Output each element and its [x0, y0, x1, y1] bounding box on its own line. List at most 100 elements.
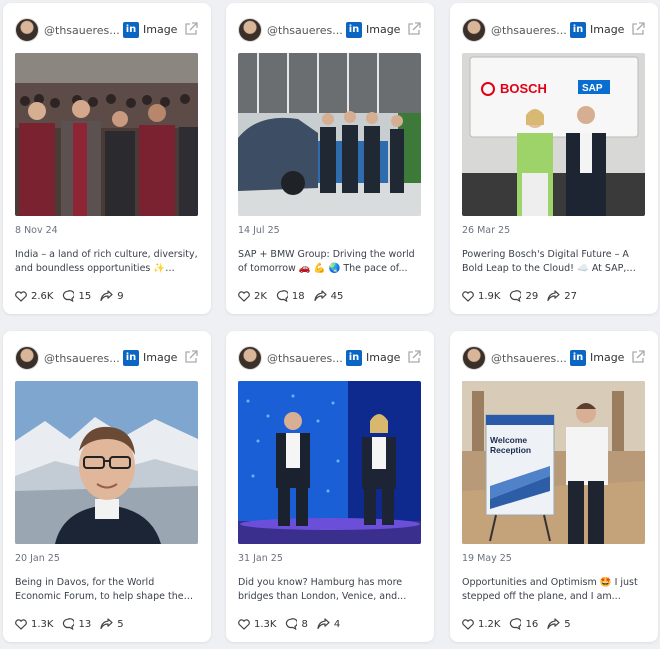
comment-count: 13	[78, 618, 92, 630]
like-count: 2.6K	[31, 290, 54, 302]
heart-icon	[462, 618, 474, 630]
author-handle: @thsaueres...	[491, 24, 567, 37]
linkedin-icon: in	[570, 22, 586, 38]
heart-icon	[238, 618, 250, 630]
external-link-icon[interactable]	[184, 22, 198, 36]
like-count: 1.9K	[478, 290, 501, 302]
avatar	[15, 18, 39, 42]
share-count: 9	[117, 290, 124, 302]
post-card[interactable]: @thsaueres... in Image 14 Jul 25 SAP + B…	[226, 3, 434, 314]
like-count: 2K	[254, 290, 267, 302]
linkedin-icon: in	[346, 22, 362, 38]
share-icon	[547, 618, 560, 630]
comment-icon	[63, 618, 75, 630]
author-handle: @thsaueres...	[44, 24, 120, 37]
post-date: 20 Jan 25	[15, 553, 60, 564]
post-date: 8 Nov 24	[15, 225, 58, 236]
post-header: @thsaueres... in Image	[226, 345, 434, 373]
post-type-label: Image	[366, 351, 401, 364]
post-image[interactable]	[15, 53, 198, 216]
post-type-label: Image	[366, 23, 401, 36]
like-count: 1.3K	[31, 618, 54, 630]
comment-icon	[276, 290, 288, 302]
post-type-label: Image	[143, 23, 178, 36]
comment-count: 8	[301, 618, 308, 630]
author-handle: @thsaueres...	[267, 24, 343, 37]
external-link-icon[interactable]	[184, 350, 198, 364]
sap-logo: SAP	[582, 83, 603, 94]
comment-count: 18	[291, 290, 305, 302]
post-image[interactable]	[238, 53, 421, 216]
post-date: 19 May 25	[462, 553, 512, 564]
post-image[interactable]	[15, 381, 198, 544]
share-count: 5	[117, 618, 124, 630]
post-text: Powering Bosch's Digital Future – A Bold…	[462, 249, 629, 274]
post-type-label: Image	[590, 23, 625, 36]
post-date: 14 Jul 25	[238, 225, 280, 236]
post-card[interactable]: @thsaueres... in Image 20 Jan 25 Being i…	[3, 331, 211, 642]
share-icon	[314, 290, 327, 302]
post-text: Did you know? Hamburg has more bridges t…	[238, 577, 407, 602]
post-card[interactable]: @thsaueres... in Image 8 Nov 24 India – …	[3, 3, 211, 314]
avatar	[15, 346, 39, 370]
comment-icon	[63, 290, 75, 302]
external-link-icon[interactable]	[407, 350, 421, 364]
post-header: @thsaueres... in Image	[3, 17, 211, 45]
author-handle: @thsaueres...	[491, 352, 567, 365]
post-card[interactable]: @thsaueres... in Image BOSCH SAP 26 Mar …	[450, 3, 658, 314]
post-text: India – a land of rich culture, diversit…	[15, 249, 198, 274]
share-icon	[547, 290, 560, 302]
welcome-sign: Welcome Reception	[490, 435, 531, 455]
comment-icon	[510, 290, 522, 302]
post-header: @thsaueres... in Image	[3, 345, 211, 373]
post-text: Being in Davos, for the World Economic F…	[15, 577, 184, 602]
external-link-icon[interactable]	[407, 22, 421, 36]
share-icon	[100, 618, 113, 630]
post-text: Opportunities and Optimism 🤩 I just step…	[462, 577, 638, 602]
share-count: 4	[333, 618, 341, 630]
share-icon	[100, 290, 113, 302]
post-stats: 1.2K 16 5	[462, 617, 580, 631]
post-card[interactable]: @thsaueres... in Image Welcome Reception	[450, 331, 658, 642]
share-icon	[317, 618, 330, 630]
post-stats: 2.6K 15 9	[15, 289, 133, 303]
post-date: 31 Jan 25	[238, 553, 283, 564]
comment-count: 15	[78, 290, 92, 302]
heart-icon	[238, 290, 250, 302]
post-image[interactable]: BOSCH SAP	[462, 53, 645, 216]
post-card[interactable]: @thsaueres... in Image 31 Jan 25 Did you…	[226, 331, 434, 642]
linkedin-icon: in	[123, 22, 139, 38]
avatar	[238, 18, 262, 42]
share-count: 45	[330, 290, 344, 302]
post-stats: 1.9K 29 27	[462, 289, 586, 303]
external-link-icon[interactable]	[631, 22, 645, 36]
comment-count: 29	[525, 290, 539, 302]
linkedin-icon: in	[570, 350, 586, 366]
comment-icon	[286, 618, 298, 630]
author-handle: @thsaueres...	[267, 352, 343, 365]
share-count: 27	[564, 290, 577, 302]
post-stats: 1.3K 8 4	[238, 617, 349, 631]
post-stats: 1.3K 13 5	[15, 617, 133, 631]
avatar	[238, 346, 262, 370]
avatar	[462, 346, 486, 370]
post-text: SAP + BMW Group: Driving the world of to…	[238, 249, 415, 274]
sign-line-2: Reception	[490, 445, 531, 455]
post-header: @thsaueres... in Image	[226, 17, 434, 45]
heart-icon	[15, 290, 27, 302]
share-count: 5	[564, 618, 571, 630]
post-type-label: Image	[590, 351, 625, 364]
heart-icon	[15, 618, 27, 630]
external-link-icon[interactable]	[631, 350, 645, 364]
linkedin-icon: in	[346, 350, 362, 366]
post-image[interactable]	[238, 381, 421, 544]
like-count: 1.3K	[254, 618, 277, 630]
post-header: @thsaueres... in Image	[450, 345, 658, 373]
avatar	[462, 18, 486, 42]
post-image[interactable]: Welcome Reception	[462, 381, 645, 544]
like-count: 1.2K	[478, 618, 501, 630]
post-stats: 2K 18 45	[238, 289, 352, 303]
post-date: 26 Mar 25	[462, 225, 511, 236]
bosch-logo: BOSCH	[500, 81, 547, 96]
post-header: @thsaueres... in Image	[450, 17, 658, 45]
